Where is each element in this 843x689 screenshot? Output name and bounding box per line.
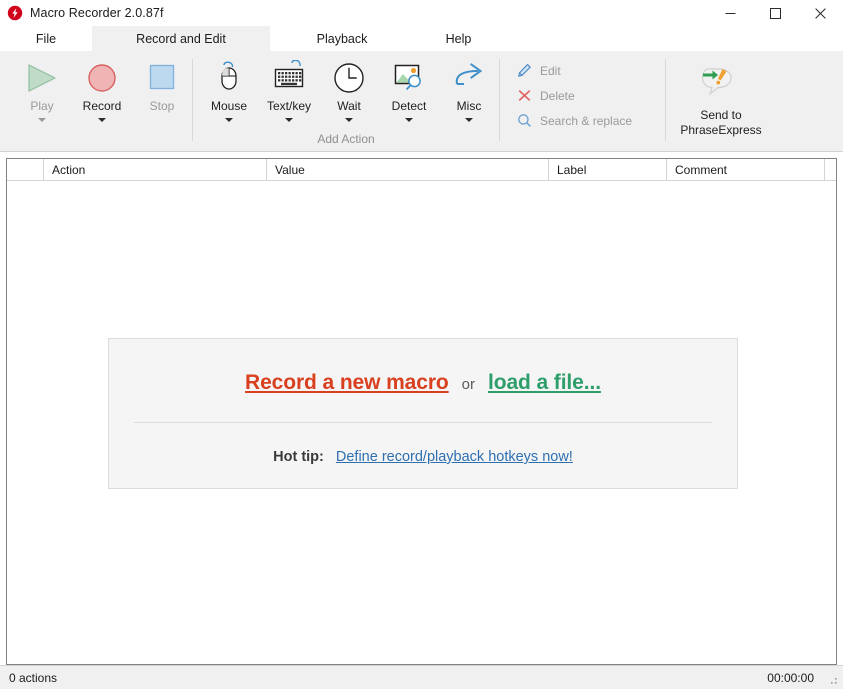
tab-help-label: Help bbox=[445, 31, 472, 46]
grid-column-label[interactable]: Label bbox=[549, 159, 667, 180]
detect-dropdown-caret[interactable] bbox=[405, 118, 413, 122]
pencil-icon bbox=[516, 63, 532, 79]
tab-playback[interactable]: Playback bbox=[270, 26, 414, 51]
delete-command-label: Delete bbox=[540, 88, 575, 103]
send-to-phraseexpress-label: Send to PhraseExpress bbox=[680, 108, 761, 138]
edit-command[interactable]: Edit bbox=[516, 62, 665, 79]
tab-record-and-edit-label: Record and Edit bbox=[136, 31, 226, 46]
grid-column-filler[interactable] bbox=[825, 159, 836, 180]
tab-playback-label: Playback bbox=[316, 31, 368, 46]
image-search-icon bbox=[391, 60, 427, 96]
play-dropdown-caret[interactable] bbox=[38, 118, 46, 122]
ribbon-group-send-to: Send to PhraseExpress bbox=[666, 51, 776, 151]
keyboard-icon bbox=[270, 60, 308, 96]
mouse-icon bbox=[211, 60, 247, 96]
ribbon-group-transport: Play Record Stop bbox=[0, 51, 192, 151]
clock-icon bbox=[332, 60, 366, 96]
curved-arrow-icon bbox=[451, 60, 487, 96]
action-count-status: 0 actions bbox=[9, 670, 58, 685]
title-bar: Macro Recorder 2.0.87f bbox=[0, 0, 843, 26]
search-replace-command-label: Search & replace bbox=[540, 113, 633, 128]
ribbon-group-edit-commands: Edit Delete Search & replace bbox=[500, 51, 665, 151]
magnifier-icon bbox=[516, 113, 532, 129]
or-separator-text: or bbox=[461, 376, 475, 393]
wait-dropdown-caret[interactable] bbox=[345, 118, 353, 122]
textkey-dropdown-caret[interactable] bbox=[285, 118, 293, 122]
play-label: Play bbox=[30, 99, 54, 113]
record-circle-icon bbox=[85, 60, 119, 96]
maximize-icon bbox=[770, 7, 781, 19]
hot-tip-row: Hot tip: Define record/playback hotkeys … bbox=[273, 449, 573, 465]
close-icon bbox=[815, 7, 826, 19]
tab-file-label: File bbox=[35, 31, 57, 46]
wait-label: Wait bbox=[337, 99, 361, 113]
maximize-button[interactable] bbox=[753, 0, 798, 26]
grid-body: Record a new macro or load a file... Hot… bbox=[7, 181, 836, 664]
detect-label: Detect bbox=[391, 99, 427, 113]
mouse-label: Mouse bbox=[210, 99, 248, 113]
stop-square-icon bbox=[145, 60, 179, 96]
record-label: Record bbox=[82, 99, 122, 113]
misc-label: Misc bbox=[456, 99, 482, 113]
actions-grid: Action Value Label Comment Record a new … bbox=[6, 158, 837, 665]
phraseexpress-bubble-icon bbox=[701, 65, 741, 104]
add-action-group-label: Add Action bbox=[317, 132, 375, 146]
tab-file[interactable]: File bbox=[0, 26, 92, 51]
send-to-line2: PhraseExpress bbox=[680, 123, 762, 137]
tab-record-and-edit[interactable]: Record and Edit bbox=[92, 26, 270, 51]
grid-column-comment[interactable]: Comment bbox=[667, 159, 825, 180]
x-cross-icon bbox=[516, 88, 532, 104]
stop-label: Stop bbox=[149, 99, 175, 113]
app-icon bbox=[7, 5, 23, 21]
status-bar: 0 actions 00:00:00 bbox=[0, 665, 843, 689]
send-to-line1: Send to bbox=[700, 108, 742, 122]
record-dropdown-caret[interactable] bbox=[98, 118, 106, 122]
close-button[interactable] bbox=[798, 0, 843, 26]
ribbon: Play Record Stop Mouse Text/key Wait Det… bbox=[0, 51, 843, 152]
send-to-phraseexpress-button[interactable]: Send to PhraseExpress bbox=[666, 51, 776, 151]
grid-column-index[interactable] bbox=[7, 159, 44, 180]
minimize-button[interactable] bbox=[708, 0, 753, 26]
tab-help[interactable]: Help bbox=[414, 26, 503, 51]
window-title: Macro Recorder 2.0.87f bbox=[30, 6, 164, 20]
grid-header-row: Action Value Label Comment bbox=[7, 159, 836, 181]
record-button[interactable]: Record bbox=[72, 51, 132, 151]
minimize-icon bbox=[725, 12, 736, 14]
play-triangle-icon bbox=[25, 60, 59, 96]
load-a-file-link[interactable]: load a file... bbox=[488, 371, 601, 395]
app-window: Macro Recorder 2.0.87f File Record and E… bbox=[0, 0, 843, 689]
textkey-label: Text/key bbox=[266, 99, 311, 113]
grid-column-value[interactable]: Value bbox=[267, 159, 549, 180]
welcome-actions-row: Record a new macro or load a file... bbox=[245, 371, 601, 395]
panel-divider bbox=[134, 422, 712, 423]
grid-column-action[interactable]: Action bbox=[44, 159, 267, 180]
resize-grip-icon[interactable] bbox=[827, 674, 839, 686]
welcome-panel: Record a new macro or load a file... Hot… bbox=[108, 338, 738, 489]
delete-command[interactable]: Delete bbox=[516, 87, 665, 104]
record-new-macro-link[interactable]: Record a new macro bbox=[245, 371, 449, 395]
window-controls bbox=[708, 0, 843, 26]
misc-dropdown-caret[interactable] bbox=[465, 118, 473, 122]
elapsed-time-status: 00:00:00 bbox=[767, 670, 814, 685]
mouse-dropdown-caret[interactable] bbox=[225, 118, 233, 122]
play-button[interactable]: Play bbox=[12, 51, 72, 151]
ribbon-group-add-action: Mouse Text/key Wait Detect Misc Add Acti… bbox=[193, 51, 499, 151]
hot-tip-label: Hot tip: bbox=[273, 449, 324, 465]
ribbon-tabstrip: File Record and Edit Playback Help bbox=[0, 26, 843, 51]
stop-button[interactable]: Stop bbox=[132, 51, 192, 151]
define-hotkeys-link[interactable]: Define record/playback hotkeys now! bbox=[336, 449, 573, 465]
edit-command-label: Edit bbox=[540, 63, 561, 78]
search-replace-command[interactable]: Search & replace bbox=[516, 112, 665, 129]
